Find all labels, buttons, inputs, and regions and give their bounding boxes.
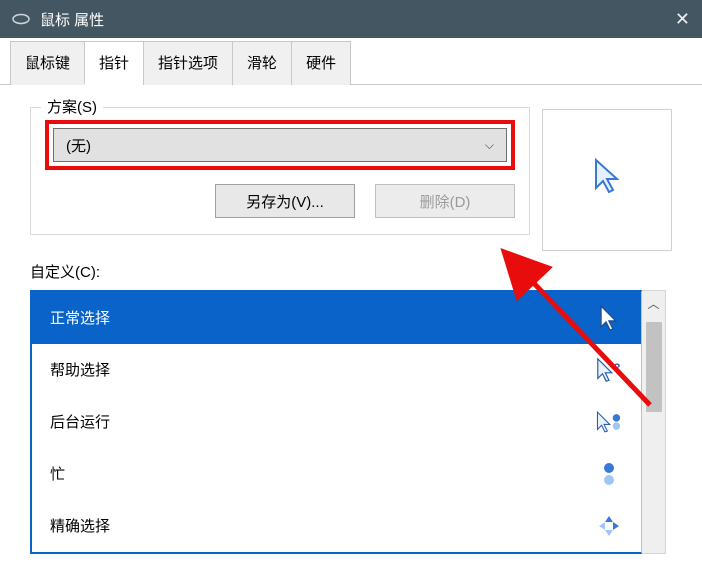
titlebar: 鼠标 属性 ✕ [0, 0, 702, 38]
scheme-dropdown[interactable]: (无) ⌵ [53, 128, 507, 162]
list-item[interactable]: 帮助选择 ? [32, 344, 641, 396]
list-item[interactable]: 正常选择 [32, 292, 641, 344]
scroll-thumb[interactable] [646, 322, 662, 412]
scheme-groupbox: 方案(S) (无) ⌵ 另存为(V)... 删除(D) [30, 107, 530, 235]
mouse-icon [12, 13, 30, 25]
list-item[interactable]: 精确选择 [32, 500, 641, 552]
scheme-legend: 方案(S) [41, 96, 103, 117]
scroll-up-icon[interactable]: ︿ [647, 291, 659, 316]
window-title: 鼠标 属性 [40, 9, 104, 30]
tab-pointer-options[interactable]: 指针选项 [143, 41, 233, 85]
cursor-help-icon: ? [595, 356, 623, 384]
chevron-down-icon: ⌵ [485, 138, 494, 153]
cursor-arrow-icon [595, 304, 623, 332]
cursor-arrow-icon [592, 158, 622, 194]
cursor-preview [542, 109, 672, 251]
list-item[interactable]: 后台运行 [32, 396, 641, 448]
delete-button: 删除(D) [375, 184, 515, 218]
cursor-busy-icon [595, 460, 623, 488]
cursor-listbox[interactable]: 正常选择 帮助选择 ? 后台运行 忙 [30, 290, 642, 554]
list-item-label: 精确选择 [50, 515, 110, 536]
scheme-selected-value: (无) [66, 135, 91, 156]
list-item-label: 正常选择 [50, 307, 110, 328]
close-icon[interactable]: ✕ [675, 9, 690, 30]
tab-wheel[interactable]: 滑轮 [232, 41, 292, 85]
save-as-button[interactable]: 另存为(V)... [215, 184, 355, 218]
highlight-annotation: (无) ⌵ [45, 120, 515, 170]
cursor-precision-icon [595, 512, 623, 540]
cursor-busy-bg-icon [595, 408, 623, 436]
customize-label: 自定义(C): [30, 261, 672, 282]
tab-pointers[interactable]: 指针 [84, 41, 144, 85]
tab-hardware[interactable]: 硬件 [291, 41, 351, 85]
list-item-label: 帮助选择 [50, 359, 110, 380]
list-item-label: 后台运行 [50, 411, 110, 432]
list-item-label: 忙 [50, 463, 65, 484]
svg-text:?: ? [614, 361, 621, 373]
list-item[interactable]: 忙 [32, 448, 641, 500]
tab-mouse-buttons[interactable]: 鼠标键 [10, 41, 85, 85]
tab-bar: 鼠标键 指针 指针选项 滑轮 硬件 [0, 40, 702, 85]
listbox-scrollbar[interactable]: ︿ [642, 290, 666, 554]
